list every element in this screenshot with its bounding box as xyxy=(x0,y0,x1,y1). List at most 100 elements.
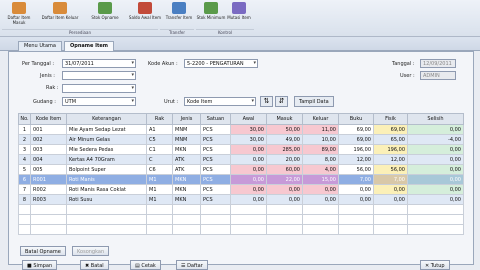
cell-kode: 003 xyxy=(30,144,67,155)
cell-selisih: 0,00 xyxy=(407,174,464,185)
cell-satuan: PCS xyxy=(200,144,231,155)
header-keterangan[interactable]: Keterangan xyxy=(66,113,147,125)
tutup-button[interactable]: ✕ Tutup xyxy=(420,260,450,270)
cell-rak: M1 xyxy=(146,174,173,185)
cell-awal: 30,00 xyxy=(230,134,267,145)
table-row[interactable]: 7 R002 Roti Manis Rasa Coklat M1 MKN PCS 0,00 0… xyxy=(18,184,464,195)
simpan-button[interactable]: ■ Simpan xyxy=(22,260,58,270)
table-row[interactable]: 8 R003 Roti Susu M1 MKN PCS 0,00 0,00 0,00 0,00 0,… xyxy=(18,194,464,205)
table-row-selected[interactable]: 6 R001 Roti Manis M1 MKN PCS 0,00 22,00 15,00 7,0… xyxy=(18,174,464,185)
ribbon-button-mutasi-item[interactable]: Mutasi Item xyxy=(222,2,256,28)
sort-descending-button[interactable]: ⇵ xyxy=(275,96,288,107)
ribbon-button-stok-opname[interactable]: Stok Opname xyxy=(88,2,122,28)
cell-fisik[interactable]: 0,00 xyxy=(373,194,408,205)
cell-keterangan: Air Minum Gelas xyxy=(66,134,147,145)
header-masuk[interactable]: Masuk xyxy=(266,113,303,125)
table-row[interactable]: 1 001 Mie Ayam Sedap Lezat A1 MNM PCS 30,00 50,… xyxy=(18,124,464,135)
cell-kode: 001 xyxy=(30,124,67,135)
rak-select[interactable] xyxy=(62,84,136,93)
header-selisih[interactable]: Selisih xyxy=(407,113,464,125)
ribbon-button-saldo-awal-item[interactable]: Saldo Awal Item xyxy=(128,2,162,28)
header-fisik[interactable]: Fisik xyxy=(373,113,408,125)
header-rak[interactable]: Rak xyxy=(146,113,173,125)
header-no[interactable]: No. xyxy=(18,113,31,125)
cell-fisik[interactable]: 69,00 xyxy=(373,124,408,135)
jenis-label: Jenis : xyxy=(40,73,55,79)
gudang-select[interactable]: UTM xyxy=(62,97,136,106)
table-row[interactable]: 2 002 Air Minum Gelas C5 MNM PCS 30,00 49,00 10,… xyxy=(18,134,464,145)
table-row[interactable]: 4 004 Kertas A4 70Gram C ATK PCS 0,00 20,00 8,00… xyxy=(18,154,464,165)
sort-descending-icon: ⇵ xyxy=(278,97,285,105)
cell-buku: 0,00 xyxy=(338,194,374,205)
sort-ascending-button[interactable]: ⇅ xyxy=(260,96,273,107)
header-awal[interactable]: Awal xyxy=(230,113,267,125)
cell-jenis: MKN xyxy=(172,144,201,155)
tab-menu-utama[interactable]: Menu Utama xyxy=(18,41,62,51)
cell-awal: 0,00 xyxy=(230,174,267,185)
table-row[interactable]: 5 005 Bolpoint Super C6 ATK PCS 0,00 60,00 4,00 5… xyxy=(18,164,464,175)
cell-kode: R001 xyxy=(30,174,67,185)
header-kode-item[interactable]: Kode Item xyxy=(30,113,67,125)
table-row[interactable]: 3 003 Mie Sedera Pedas C1 MKN PCS 0,00 285,00 89… xyxy=(18,144,464,155)
cell-no: 8 xyxy=(18,194,31,205)
ribbon-button-daftar-item-masuk[interactable]: Daftar Item Masuk xyxy=(2,2,36,28)
transfer-icon xyxy=(172,2,186,14)
cell-selisih: -4,00 xyxy=(407,134,464,145)
cell-buku: 69,00 xyxy=(338,134,374,145)
header-satuan[interactable]: Satuan xyxy=(200,113,231,125)
cell-selisih: 0,00 xyxy=(407,164,464,175)
jenis-select[interactable] xyxy=(62,71,136,80)
cetak-button[interactable]: ▤ Cetak xyxy=(130,260,161,270)
cell-keterangan: Kertas A4 70Gram xyxy=(66,154,147,165)
ribbon-button-transfer-item[interactable]: Transfer Item xyxy=(162,2,196,28)
cell-rak: C5 xyxy=(146,134,173,145)
tanggal-field[interactable]: 31/07/2011 xyxy=(62,59,136,68)
header-buku[interactable]: Buku xyxy=(338,113,374,125)
cell-selisih: 0,00 xyxy=(407,154,464,165)
cell-no: 4 xyxy=(18,154,31,165)
cell-no: 2 xyxy=(18,134,31,145)
cell-fisik[interactable]: 65,00 xyxy=(373,134,408,145)
tampil-data-label: Tampil Data xyxy=(299,99,329,105)
cell-fisik[interactable]: 0,00 xyxy=(373,184,408,195)
user-label: User : xyxy=(400,73,415,79)
cell-awal: 0,00 xyxy=(230,164,267,175)
tab-opname-item[interactable]: Opname Item xyxy=(64,41,114,51)
cell-masuk: 60,00 xyxy=(266,164,303,175)
batal-button[interactable]: ✖ Batal xyxy=(80,260,109,270)
cell-selisih: 0,00 xyxy=(407,184,464,195)
urut-label: Urut : xyxy=(164,99,179,105)
initial-balance-icon xyxy=(138,2,152,14)
ribbon-group-kontrol: Kontrol xyxy=(196,29,254,36)
cell-fisik[interactable]: 7,00 xyxy=(373,174,408,185)
cell-keterangan: Mie Ayam Sedap Lezat xyxy=(66,124,147,135)
cell-rak: M1 xyxy=(146,194,173,205)
daftar-button[interactable]: ☰ Daftar xyxy=(176,260,208,270)
tampil-data-button[interactable]: Tampil Data xyxy=(294,96,334,107)
cell-selisih: 0,00 xyxy=(407,144,464,155)
cell-no: 3 xyxy=(18,144,31,155)
ribbon-button-daftar-item-keluar[interactable]: Daftar Item Keluar xyxy=(38,2,82,28)
cell-awal: 0,00 xyxy=(230,184,267,195)
cell-kode: R003 xyxy=(30,194,67,205)
cell-kode: 004 xyxy=(30,154,67,165)
header-keluar[interactable]: Keluar xyxy=(302,113,339,125)
cell-buku: 196,00 xyxy=(338,144,374,155)
cell-fisik[interactable]: 196,00 xyxy=(373,144,408,155)
cell-keluar: 8,00 xyxy=(302,154,339,165)
ribbon-group-transfer: Transfer xyxy=(160,29,194,36)
header-jenis[interactable]: Jenis xyxy=(172,113,201,125)
cell-keluar: 0,00 xyxy=(302,184,339,195)
cell-awal: 0,00 xyxy=(230,144,267,155)
cell-fisik[interactable]: 56,00 xyxy=(373,164,408,175)
cell-awal: 30,00 xyxy=(230,124,267,135)
ribbon-group-persediaan: Persediaan xyxy=(2,29,158,36)
cell-satuan: PCS xyxy=(200,124,231,135)
cell-masuk: 50,00 xyxy=(266,124,303,135)
kode-akun-select[interactable]: 5-2200 - PENGATURAN xyxy=(184,59,258,68)
kosongkan-button[interactable]: Kosongkan xyxy=(72,246,110,256)
batal-opname-button[interactable]: Batal Opname xyxy=(20,246,66,256)
cell-fisik[interactable]: 12,00 xyxy=(373,154,408,165)
cell-no: 1 xyxy=(18,124,31,135)
urut-select[interactable]: Kode Item xyxy=(184,97,256,106)
